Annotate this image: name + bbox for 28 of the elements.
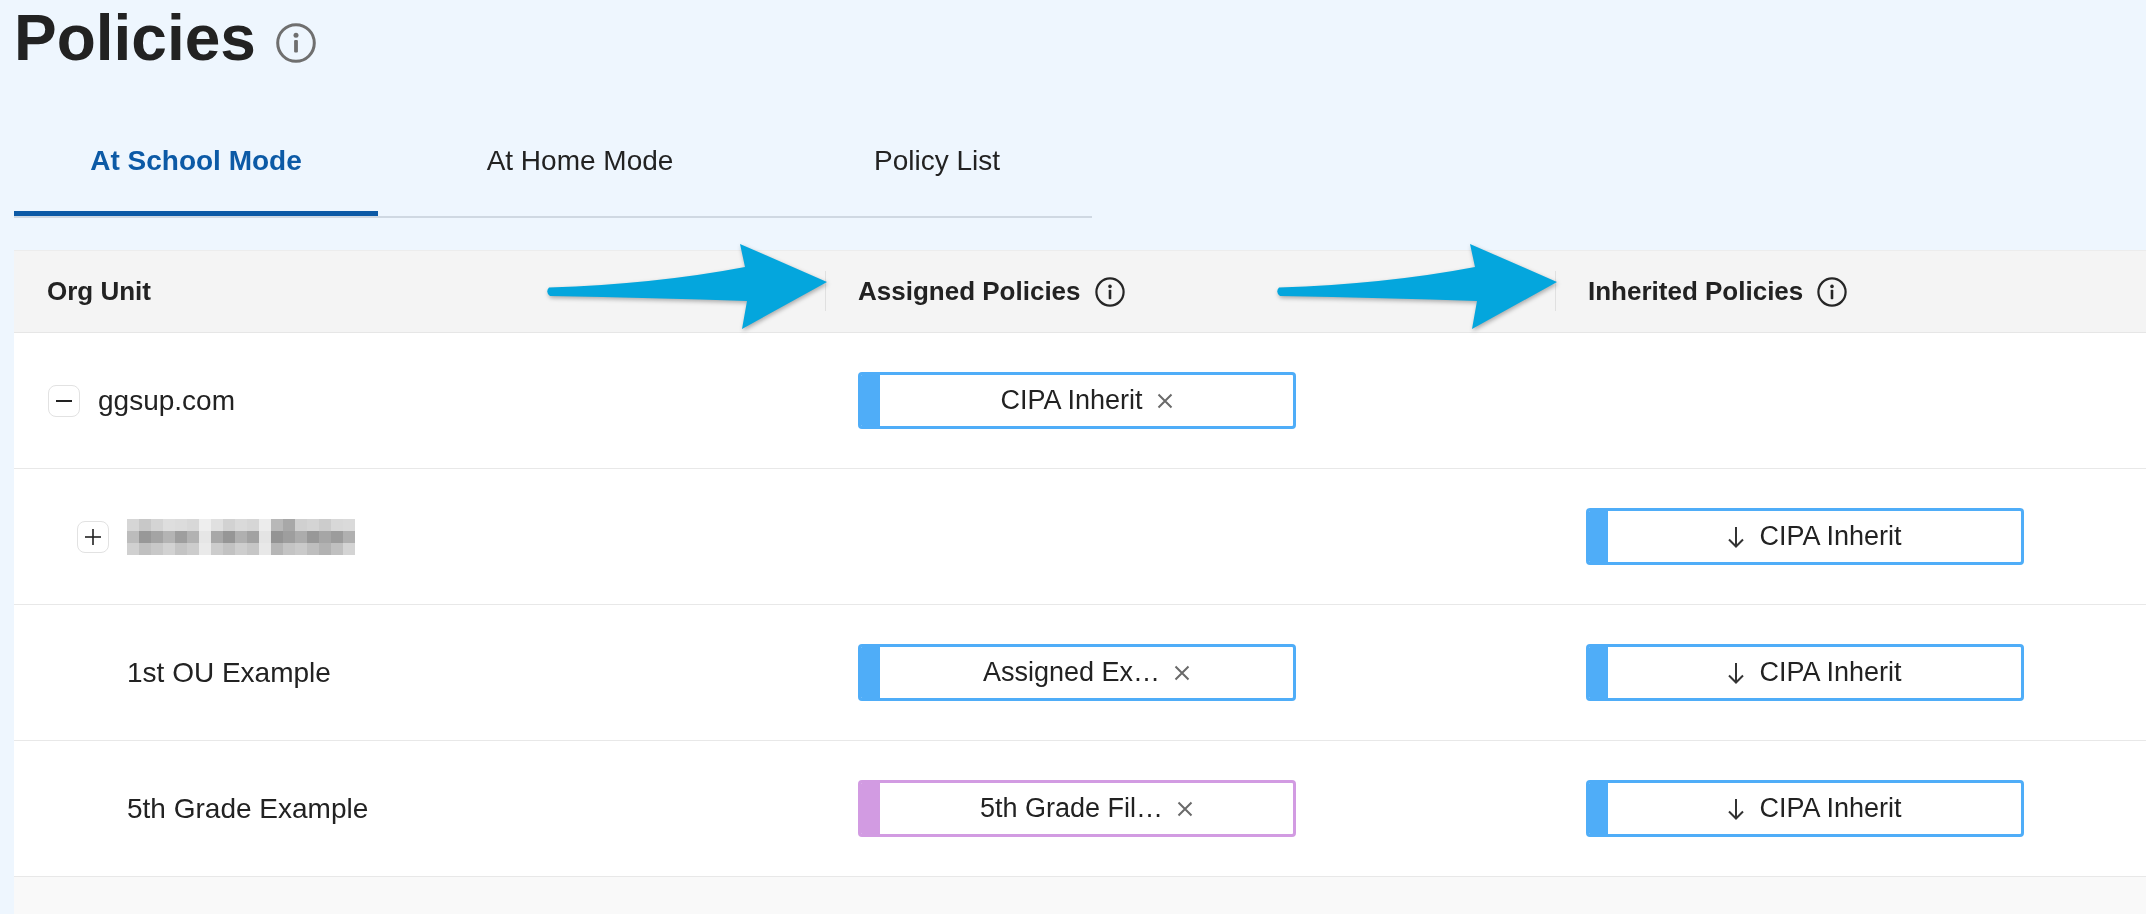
org-unit-name: 1st OU Example	[127, 656, 331, 689]
info-icon[interactable]	[1817, 276, 1848, 307]
policy-tag[interactable]: Assigned Ex…	[858, 644, 1296, 701]
info-icon[interactable]	[1094, 276, 1125, 307]
plus-icon	[85, 528, 101, 545]
policy-tag[interactable]: CIPA Inherit	[1586, 508, 2024, 565]
tab[interactable]: At Home Mode	[378, 76, 782, 216]
policy-tag[interactable]: CIPA Inherit	[1586, 780, 2024, 837]
toggle-button[interactable]	[48, 384, 80, 417]
tab[interactable]: Policy List	[782, 76, 1092, 216]
arrow-down-icon	[1727, 797, 1746, 820]
policy-tag[interactable]: CIPA Inherit	[1586, 644, 2024, 701]
policy-tag[interactable]: CIPA Inherit	[858, 372, 1296, 429]
minus-icon	[56, 399, 72, 402]
org-unit-name: ggsup.com	[98, 384, 235, 417]
column-header: Inherited Policies	[1588, 276, 1804, 307]
close-icon[interactable]	[1174, 664, 1191, 681]
close-icon[interactable]	[1177, 800, 1194, 817]
column-header: Org Unit	[47, 276, 151, 307]
tab[interactable]: At School Mode	[14, 76, 378, 216]
arrow-down-icon	[1727, 525, 1746, 548]
column-header: Assigned Policies	[858, 276, 1081, 307]
page-title: Policies	[14, 1, 256, 76]
toggle-button[interactable]	[77, 520, 109, 553]
org-unit-name: 5th Grade Example	[127, 792, 369, 825]
arrow-down-icon	[1727, 661, 1746, 684]
close-icon[interactable]	[1156, 392, 1173, 409]
policy-tag[interactable]: 5th Grade Fil…	[858, 780, 1296, 837]
